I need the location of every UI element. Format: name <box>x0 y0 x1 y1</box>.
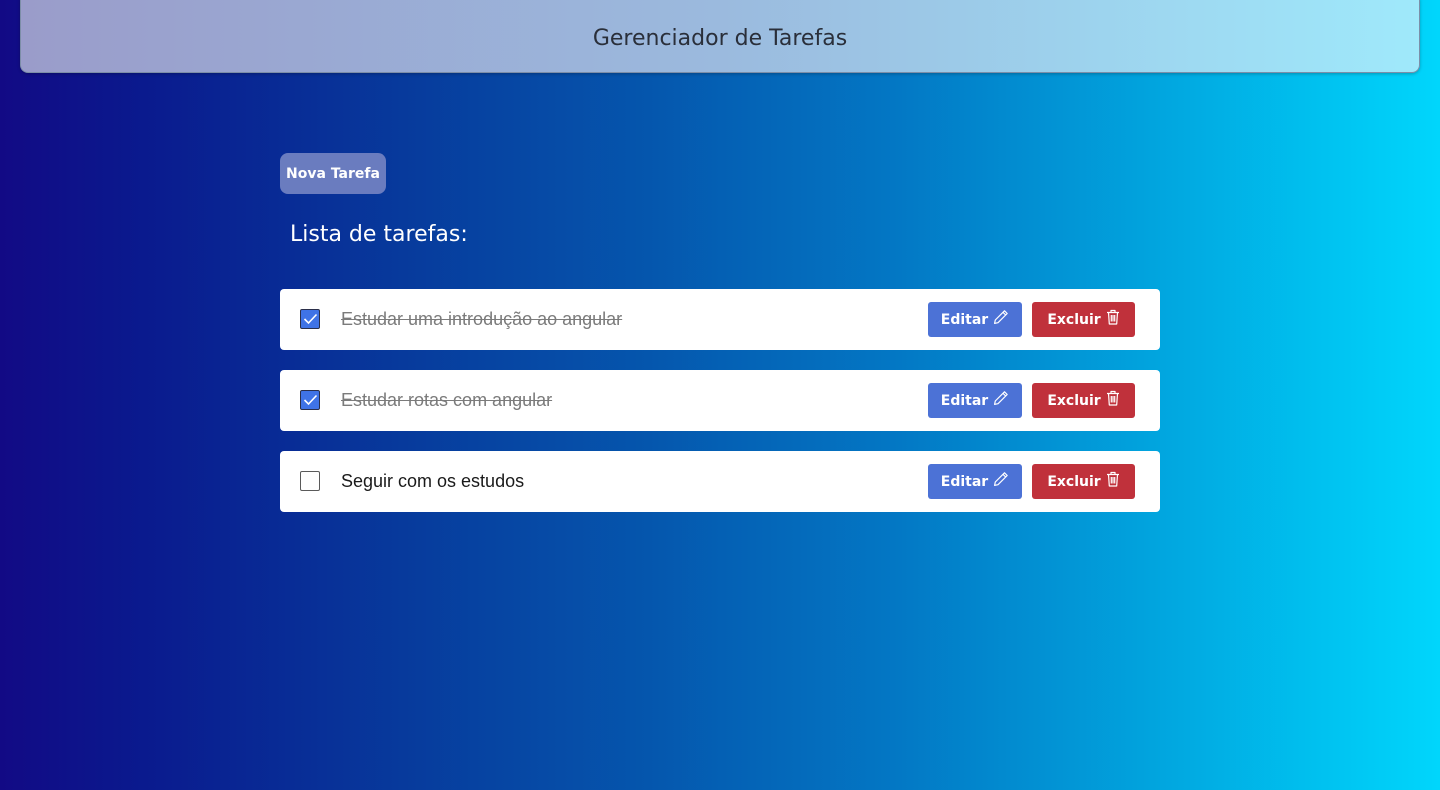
edit-button-label: Editar <box>940 392 989 409</box>
pencil-icon <box>993 309 1009 325</box>
edit-task-button[interactable]: Editar <box>928 302 1022 337</box>
delete-button-label: Excluir <box>1047 392 1101 409</box>
edit-task-button[interactable]: Editar <box>928 464 1022 499</box>
task-row: Estudar uma introdução ao angular Editar… <box>280 289 1160 350</box>
task-checkbox[interactable] <box>300 309 320 329</box>
trash-icon <box>1106 390 1120 406</box>
delete-task-button[interactable]: Excluir <box>1032 302 1135 337</box>
task-row: Seguir com os estudos Editar Excluir <box>280 451 1160 512</box>
task-text: Seguir com os estudos <box>341 471 525 491</box>
app-header: Gerenciador de Tarefas <box>20 0 1420 73</box>
new-task-button[interactable]: Nova Tarefa <box>280 153 386 194</box>
trash-icon <box>1106 471 1120 487</box>
page-title: Gerenciador de Tarefas <box>592 25 848 51</box>
delete-task-button[interactable]: Excluir <box>1032 383 1135 418</box>
edit-button-label: Editar <box>940 311 989 328</box>
delete-button-label: Excluir <box>1047 311 1101 328</box>
pencil-icon <box>993 471 1009 487</box>
edit-task-button[interactable]: Editar <box>928 383 1022 418</box>
trash-icon <box>1106 309 1120 325</box>
task-checkbox[interactable] <box>300 390 320 410</box>
delete-button-label: Excluir <box>1047 473 1101 490</box>
task-list-title: Lista de tarefas: <box>290 222 468 247</box>
edit-button-label: Editar <box>940 473 989 490</box>
task-checkbox[interactable] <box>300 471 320 491</box>
checkmark-icon <box>303 394 318 406</box>
task-text: Estudar uma introdução ao angular <box>341 309 623 329</box>
delete-task-button[interactable]: Excluir <box>1032 464 1135 499</box>
checkmark-icon <box>303 313 318 325</box>
task-text: Estudar rotas com angular <box>341 390 553 410</box>
pencil-icon <box>993 390 1009 406</box>
task-row: Estudar rotas com angular Editar Excluir <box>280 370 1160 431</box>
